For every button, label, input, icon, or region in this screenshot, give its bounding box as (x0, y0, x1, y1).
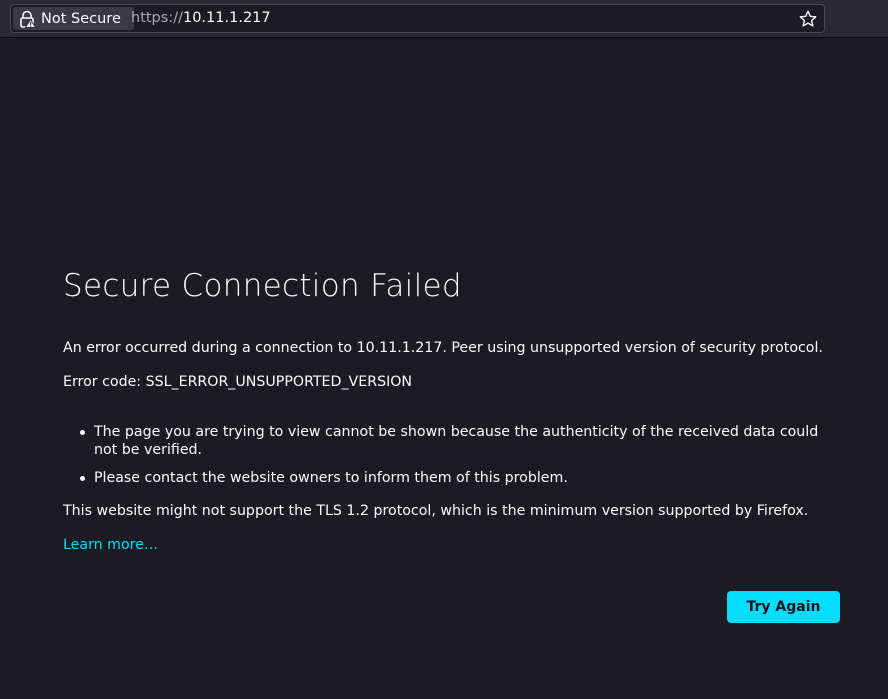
list-item: Please contact the website owners to inf… (63, 469, 823, 487)
try-again-button[interactable]: Try Again (727, 591, 840, 623)
star-icon[interactable] (798, 9, 818, 29)
security-indicator[interactable]: Not Secure (13, 7, 134, 30)
security-label: Not Secure (41, 10, 121, 27)
address-bar[interactable]: Not Secure https://10.11.1.217 (10, 4, 825, 33)
learn-more-link[interactable]: Learn more… (63, 537, 158, 553)
url-host: 10.11.1.217 (182, 10, 271, 26)
lock-warning-icon (19, 10, 36, 28)
url-field[interactable]: https://10.11.1.217 (131, 10, 271, 26)
tls-note: This website might not support the TLS 1… (63, 503, 809, 519)
error-code: Error code: SSL_ERROR_UNSUPPORTED_VERSIO… (63, 374, 413, 390)
page-title: Secure Connection Failed (63, 268, 462, 304)
url-scheme: https:// (131, 10, 183, 26)
browser-toolbar: Not Secure https://10.11.1.217 (0, 0, 888, 38)
list-item: The page you are trying to view cannot b… (63, 423, 822, 459)
error-bullet-list: The page you are trying to view cannot b… (63, 423, 823, 487)
error-description: An error occurred during a connection to… (63, 340, 823, 356)
